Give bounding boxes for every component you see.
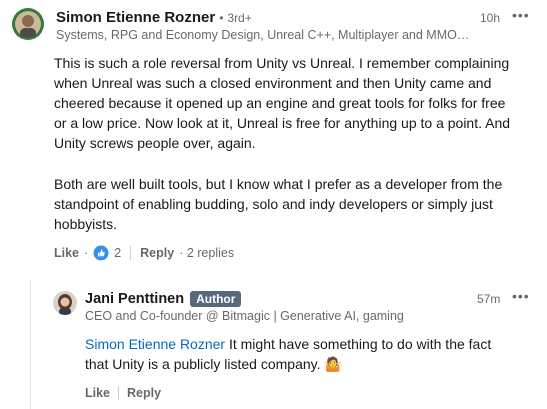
reply-reply-button[interactable]: Reply xyxy=(127,386,161,400)
comment-line: when Unreal was such a closed environmen… xyxy=(54,75,492,91)
reaction-count[interactable]: 2 xyxy=(114,246,121,260)
comment-more-icon[interactable]: ••• xyxy=(512,7,530,23)
mention-link[interactable]: Simon Etienne Rozner xyxy=(85,336,225,352)
comment-timestamp: 10h xyxy=(480,11,501,25)
comment-line: hobbyists. xyxy=(54,216,118,232)
comment-line: cheered because it opened up an engine a… xyxy=(54,95,506,111)
comment-paragraph-1: This is such a role reversal from Unity … xyxy=(54,53,534,153)
comment-paragraph-2: Both are well built tools, but I know wh… xyxy=(54,174,534,234)
commenter-headline: Systems, RPG and Economy Design, Unreal … xyxy=(56,28,470,42)
like-reaction-icon[interactable] xyxy=(93,245,109,261)
connection-degree: 3rd+ xyxy=(227,11,252,25)
comment-line: or a low price. Now look at it, Unreal i… xyxy=(54,115,511,131)
degree-separator: • xyxy=(219,11,224,25)
comment-line: standpoint of enabling budding, solo and… xyxy=(54,196,493,212)
like-button[interactable]: Like xyxy=(54,246,79,260)
reply-like-button[interactable]: Like xyxy=(85,386,110,400)
comment-line: Both are well built tools, but I know wh… xyxy=(54,176,503,192)
thread-line xyxy=(30,280,31,409)
reply-author-name[interactable]: Jani Penttinen xyxy=(85,291,184,307)
commenter-name[interactable]: Simon Etienne Rozner xyxy=(56,9,215,26)
reply-text: Simon Etienne Rozner It might have somet… xyxy=(85,334,535,374)
reply-author-headline: CEO and Co-founder @ Bitmagic | Generati… xyxy=(85,309,404,323)
action-divider xyxy=(130,246,132,260)
comment-line: Unity screws people over, again. xyxy=(54,135,256,151)
commenter-avatar[interactable] xyxy=(12,8,44,40)
reply-timestamp: 57m xyxy=(477,292,501,306)
reply-actions: Like Reply xyxy=(85,384,161,402)
reply-more-icon[interactable]: ••• xyxy=(512,288,530,304)
author-badge: Author xyxy=(190,291,242,307)
replies-count[interactable]: · 2 replies xyxy=(179,246,234,260)
reply-text-line: that Unity is a publicly listed company.… xyxy=(85,356,342,372)
reply-author-avatar[interactable] xyxy=(53,291,77,315)
comment-line: This is such a role reversal from Unity … xyxy=(54,55,510,71)
comment-actions: Like · 2 Reply · 2 replies xyxy=(54,244,234,262)
action-divider xyxy=(118,386,120,400)
dot-separator: · xyxy=(84,246,89,260)
reply-text-line: It might have something to do with the f… xyxy=(225,336,492,352)
reply-button[interactable]: Reply xyxy=(140,246,174,260)
